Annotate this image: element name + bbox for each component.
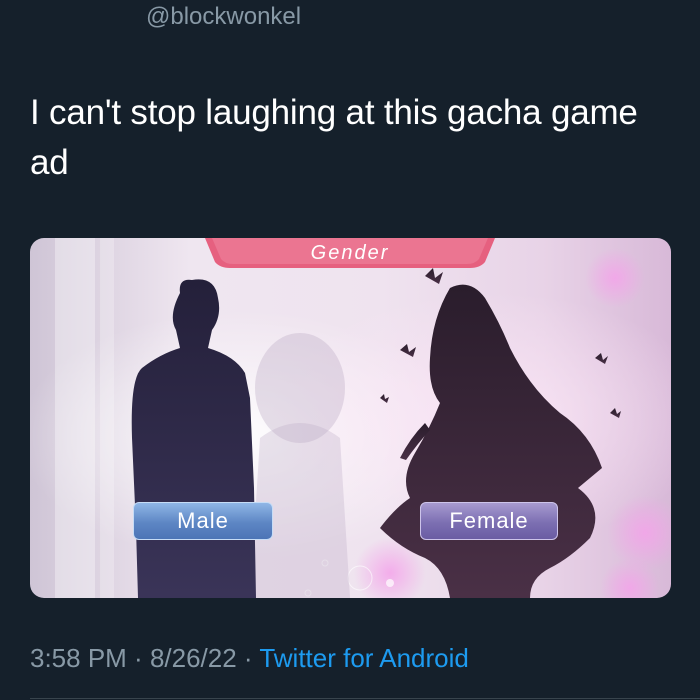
tweet-date[interactable]: 8/26/22 bbox=[150, 643, 237, 673]
tweet-meta: 3:58 PM · 8/26/22 · Twitter for Android bbox=[30, 640, 469, 676]
tweet-source-link[interactable]: Twitter for Android bbox=[259, 643, 469, 673]
meta-separator: · bbox=[236, 643, 260, 673]
gender-title: Gender bbox=[310, 242, 390, 264]
male-option-button[interactable]: Male bbox=[133, 502, 273, 540]
female-option-button[interactable]: Female bbox=[420, 502, 558, 540]
tweet-text: I can't stop laughing at this gacha game… bbox=[30, 93, 638, 182]
divider bbox=[30, 698, 700, 699]
tweet-handle[interactable]: @blockwonkel bbox=[146, 2, 301, 32]
game-ad-illustration bbox=[30, 238, 671, 598]
tweet-time[interactable]: 3:58 PM bbox=[30, 643, 127, 673]
meta-separator: · bbox=[126, 643, 150, 673]
tweet-media-image[interactable]: Gender Male Female bbox=[30, 238, 671, 598]
